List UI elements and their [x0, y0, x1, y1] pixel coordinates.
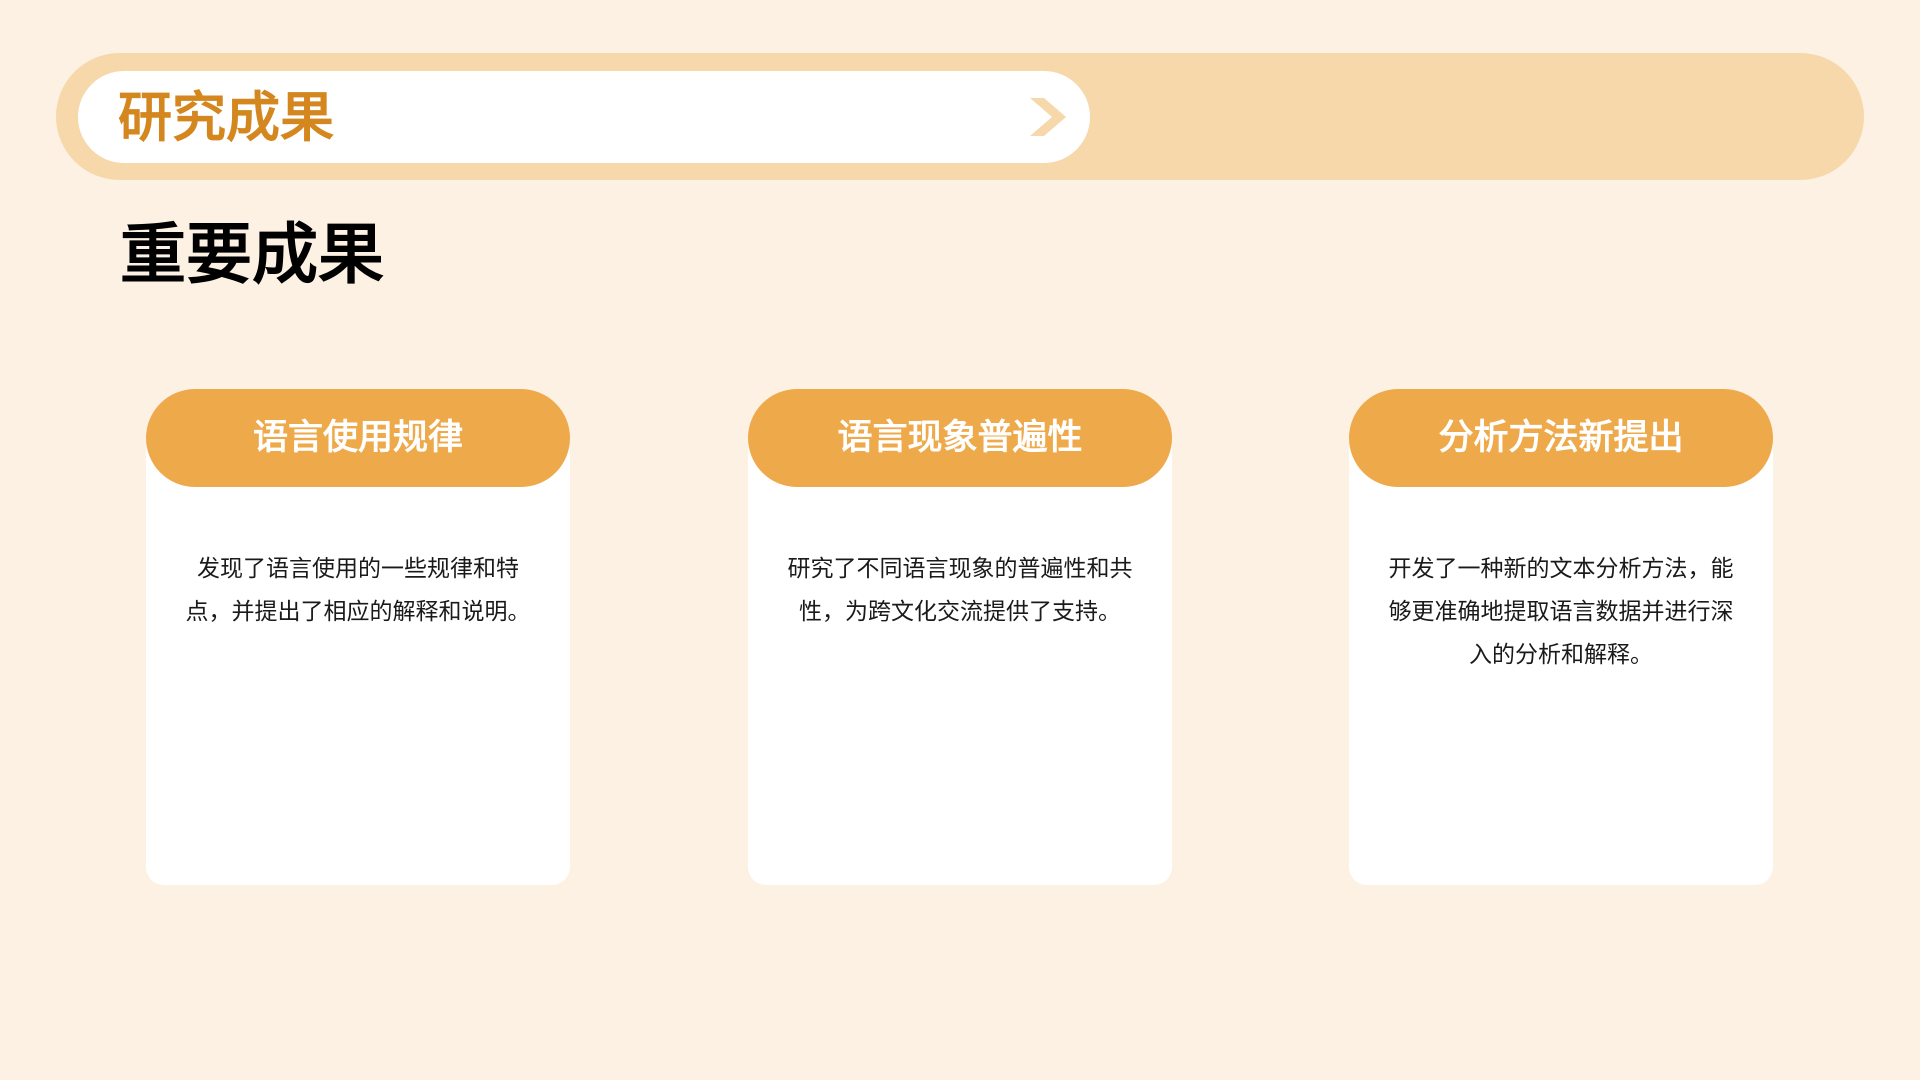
chevron-right-icon: [1030, 98, 1066, 136]
result-card-2-body: 研究了不同语言现象的普遍性和共性，为跨文化交流提供了支持。: [787, 556, 1133, 625]
result-card-3-body: 开发了一种新的文本分析方法，能够更准确地提取语言数据并进行深入的分析和解释。: [1388, 556, 1734, 668]
section-title: 重要成果: [120, 216, 384, 293]
result-card-3-title: 分析方法新提出: [1349, 389, 1773, 487]
result-card-2: [748, 430, 1172, 885]
result-card-1-title: 语言使用规律: [146, 389, 570, 487]
page-title: 研究成果: [118, 86, 334, 149]
result-card-1: [146, 430, 570, 885]
result-card-1-body: 发现了语言使用的一些规律和特点，并提出了相应的解释和说明。: [185, 556, 531, 625]
result-card-2-title: 语言现象普遍性: [748, 389, 1172, 487]
